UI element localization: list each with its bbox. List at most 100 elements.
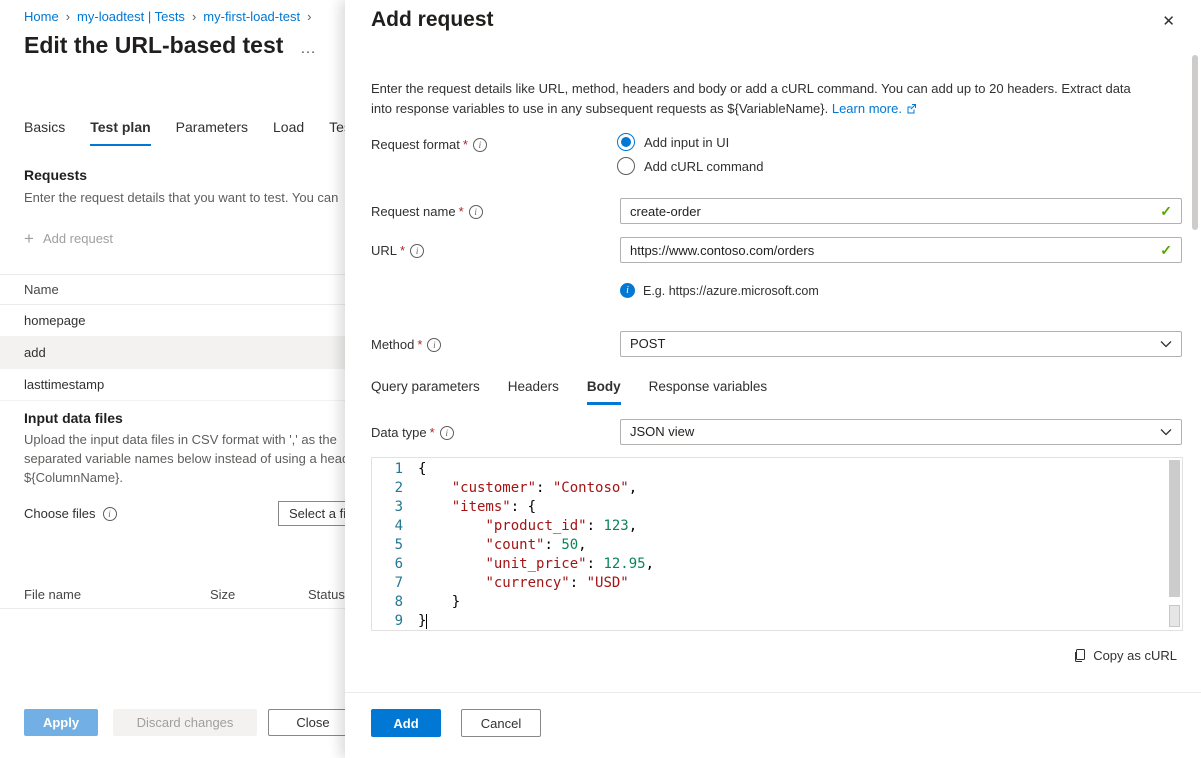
add-request-label: Add request bbox=[43, 231, 113, 246]
choose-files-label: Choose files i bbox=[24, 506, 117, 521]
data-type-dropdown[interactable]: JSON view bbox=[620, 419, 1182, 445]
input-data-files-heading: Input data files bbox=[24, 410, 123, 426]
editor-scrollbar-corner bbox=[1169, 605, 1180, 627]
info-icon[interactable]: i bbox=[427, 338, 441, 352]
info-icon[interactable]: i bbox=[469, 205, 483, 219]
page-title: Edit the URL-based test bbox=[24, 32, 283, 59]
info-icon[interactable]: i bbox=[440, 426, 454, 440]
code-line[interactable]: 7 "currency": "USD" bbox=[372, 574, 1166, 593]
panel-description-text: Enter the request details like URL, meth… bbox=[371, 81, 1131, 116]
breadcrumb-tests[interactable]: my-loadtest | Tests bbox=[77, 9, 185, 24]
code-line[interactable]: 8 } bbox=[372, 593, 1166, 612]
add-request-button[interactable]: + Add request bbox=[24, 230, 113, 247]
chevron-right-icon: › bbox=[307, 9, 311, 24]
size-column-header: Size bbox=[210, 587, 235, 602]
info-filled-icon: i bbox=[620, 283, 635, 298]
url-label: URL* i bbox=[371, 243, 424, 258]
line-number: 9 bbox=[372, 612, 418, 631]
radio-add-curl-command[interactable]: Add cURL command bbox=[617, 157, 763, 175]
editor-scrollbar[interactable] bbox=[1168, 459, 1181, 629]
code-token: : bbox=[587, 556, 604, 572]
code-token bbox=[418, 518, 485, 534]
code-token: , bbox=[629, 480, 637, 496]
breadcrumb: Home › my-loadtest | Tests › my-first-lo… bbox=[24, 9, 311, 24]
radio-add-input-in-ui[interactable]: Add input in UI bbox=[617, 133, 763, 151]
radio-label: Add input in UI bbox=[644, 135, 729, 150]
add-button[interactable]: Add bbox=[371, 709, 441, 737]
line-number: 6 bbox=[372, 555, 418, 574]
code-token: } bbox=[418, 613, 426, 629]
more-options-button[interactable]: … bbox=[300, 40, 317, 58]
code-token: : bbox=[587, 518, 604, 534]
info-icon[interactable]: i bbox=[410, 244, 424, 258]
panel-description: Enter the request details like URL, meth… bbox=[371, 79, 1151, 118]
code-token: "currency" bbox=[485, 575, 569, 591]
divider bbox=[345, 692, 1201, 693]
chevron-right-icon: › bbox=[192, 9, 196, 24]
info-icon[interactable]: i bbox=[103, 507, 117, 521]
code-token: 50 bbox=[561, 537, 578, 553]
data-type-label: Data type* i bbox=[371, 425, 454, 440]
json-body-editor[interactable]: 1{2 "customer": "Contoso",3 "items": {4 … bbox=[371, 457, 1183, 631]
url-input[interactable] bbox=[621, 238, 1181, 262]
code-token: , bbox=[578, 537, 586, 553]
panel-title: Add request bbox=[371, 8, 494, 32]
request-format-radio-group: Add input in UI Add cURL command bbox=[617, 133, 763, 175]
code-token: : bbox=[544, 537, 561, 553]
code-token: { bbox=[418, 461, 426, 477]
breadcrumb-home[interactable]: Home bbox=[24, 9, 59, 24]
editor-scrollbar-thumb[interactable] bbox=[1169, 460, 1180, 597]
text-cursor bbox=[426, 614, 427, 629]
method-label: Method* i bbox=[371, 337, 441, 352]
close-icon[interactable]: ✕ bbox=[1162, 12, 1175, 30]
plus-icon: + bbox=[24, 230, 34, 247]
input-files-description-line2: separated variable names below instead o… bbox=[24, 451, 349, 466]
valid-check-icon: ✓ bbox=[1160, 203, 1172, 220]
tab-load[interactable]: Load bbox=[273, 119, 304, 146]
request-name-input[interactable] bbox=[621, 199, 1181, 223]
code-token: "product_id" bbox=[485, 518, 586, 534]
code-line[interactable]: 9} bbox=[372, 612, 1166, 631]
tab-parameters[interactable]: Parameters bbox=[176, 119, 248, 146]
code-text: "customer": "Contoso", bbox=[418, 479, 637, 498]
line-number: 2 bbox=[372, 479, 418, 498]
code-line[interactable]: 3 "items": { bbox=[372, 498, 1166, 517]
tab-test-plan[interactable]: Test plan bbox=[90, 119, 150, 146]
code-token: , bbox=[646, 556, 654, 572]
code-token bbox=[418, 556, 485, 572]
code-line[interactable]: 6 "unit_price": 12.95, bbox=[372, 555, 1166, 574]
breadcrumb-test-name[interactable]: my-first-load-test bbox=[203, 9, 300, 24]
cancel-button[interactable]: Cancel bbox=[461, 709, 541, 737]
chevron-down-icon bbox=[1160, 340, 1172, 348]
code-token: "unit_price" bbox=[485, 556, 586, 572]
input-files-description-line1: Upload the input data files in CSV forma… bbox=[24, 432, 337, 447]
apply-button[interactable]: Apply bbox=[24, 709, 98, 736]
code-token: "count" bbox=[485, 537, 544, 553]
tab-basics[interactable]: Basics bbox=[24, 119, 65, 146]
code-text: } bbox=[418, 593, 460, 612]
code-token: : bbox=[570, 575, 587, 591]
file-name-column-header: File name bbox=[24, 587, 81, 602]
tab-query-parameters[interactable]: Query parameters bbox=[371, 379, 480, 405]
tab-response-variables[interactable]: Response variables bbox=[649, 379, 768, 405]
code-line[interactable]: 4 "product_id": 123, bbox=[372, 517, 1166, 536]
line-number: 4 bbox=[372, 517, 418, 536]
code-text: "currency": "USD" bbox=[418, 574, 629, 593]
code-line[interactable]: 2 "customer": "Contoso", bbox=[372, 479, 1166, 498]
panel-scrollbar[interactable] bbox=[1192, 55, 1198, 230]
tab-headers[interactable]: Headers bbox=[508, 379, 559, 405]
url-hint: i E.g. https://azure.microsoft.com bbox=[620, 283, 819, 298]
method-dropdown[interactable]: POST bbox=[620, 331, 1182, 357]
learn-more-link[interactable]: Learn more. bbox=[832, 101, 917, 116]
info-icon[interactable]: i bbox=[473, 138, 487, 152]
radio-selected-icon bbox=[617, 133, 635, 151]
code-line[interactable]: 1{ bbox=[372, 460, 1166, 479]
method-value: POST bbox=[630, 336, 665, 351]
tab-body[interactable]: Body bbox=[587, 379, 621, 405]
input-files-description-line3: ${ColumnName}. bbox=[24, 470, 123, 485]
code-line[interactable]: 5 "count": 50, bbox=[372, 536, 1166, 555]
status-column-header: Status bbox=[308, 587, 345, 602]
discard-changes-button[interactable]: Discard changes bbox=[113, 709, 257, 736]
copy-as-curl-button[interactable]: Copy as cURL bbox=[1073, 648, 1177, 663]
code-text: "unit_price": 12.95, bbox=[418, 555, 654, 574]
